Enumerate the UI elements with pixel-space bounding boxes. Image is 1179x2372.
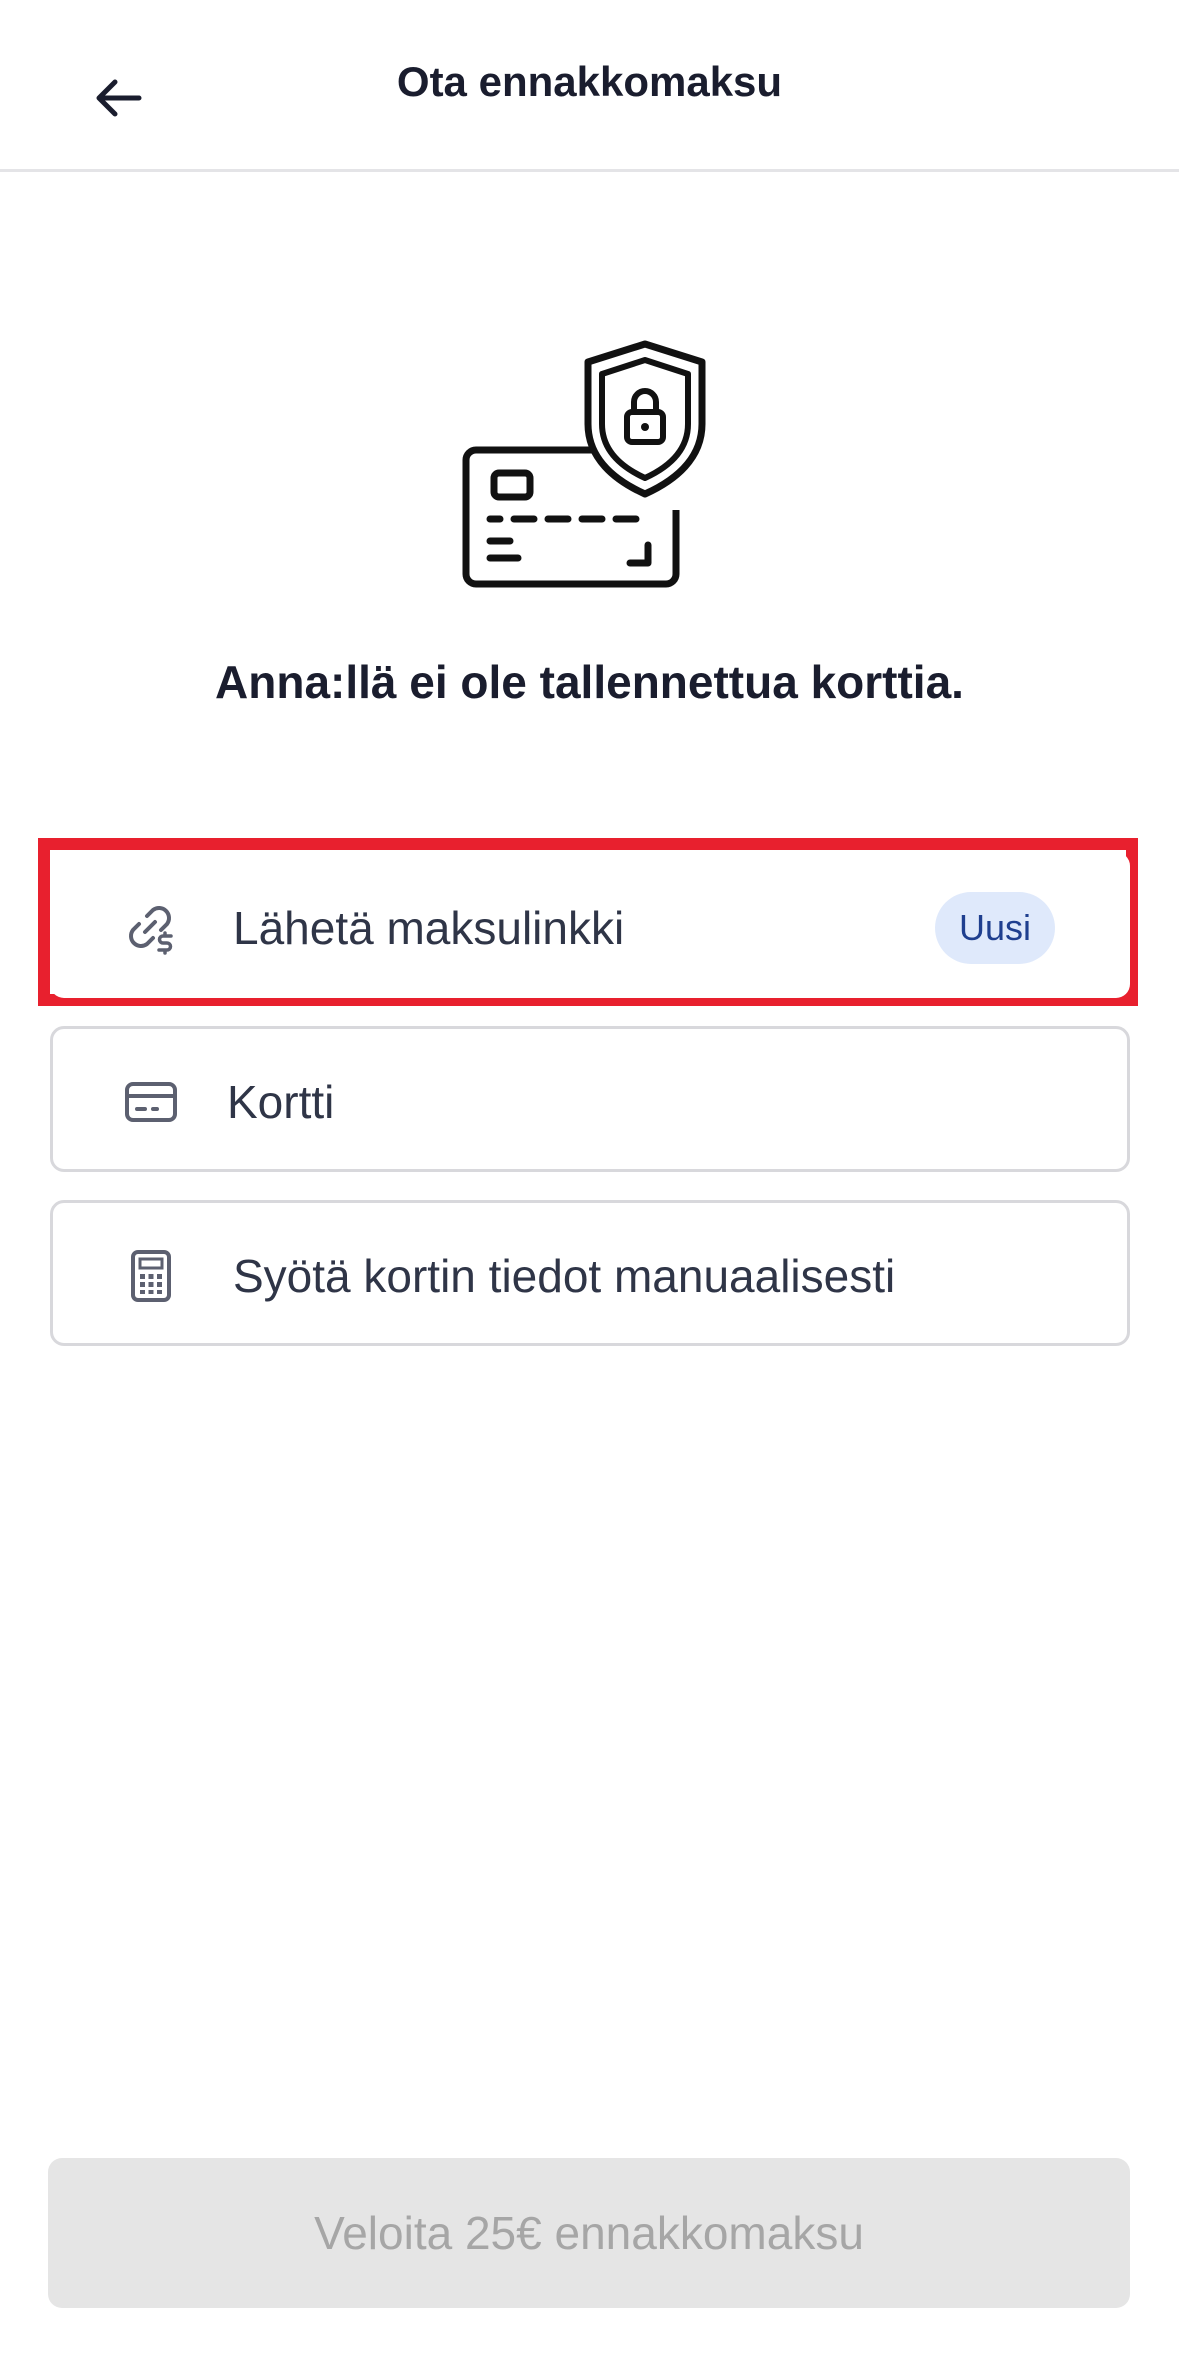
send-payment-link-label: Lähetä maksulinkki xyxy=(233,902,625,954)
card-label: Kortti xyxy=(227,1076,335,1128)
credit-card-icon xyxy=(123,1074,179,1130)
page-title: Ota ennakkomaksu xyxy=(396,58,783,105)
credit-card-shield-lock-icon xyxy=(462,338,722,598)
new-badge: Uusi xyxy=(934,892,1055,964)
no-saved-card-message: Anna:llä ei ole tallennettua korttia. xyxy=(215,656,964,708)
card-option[interactable]: Kortti xyxy=(50,1026,1130,1172)
calculator-icon xyxy=(123,1248,179,1304)
link-dollar-icon xyxy=(123,900,179,956)
manual-card-entry-label: Syötä kortin tiedot manuaalisesti xyxy=(233,1250,896,1302)
manual-card-entry-option[interactable]: Syötä kortin tiedot manuaalisesti xyxy=(50,1200,1130,1346)
send-payment-link-option[interactable]: Lähetä maksulinkki Uusi xyxy=(50,852,1130,998)
top-bar: Ota ennakkomaksu xyxy=(0,0,1179,172)
charge-deposit-button[interactable]: Veloita 25€ ennakkomaksu xyxy=(48,2158,1130,2308)
